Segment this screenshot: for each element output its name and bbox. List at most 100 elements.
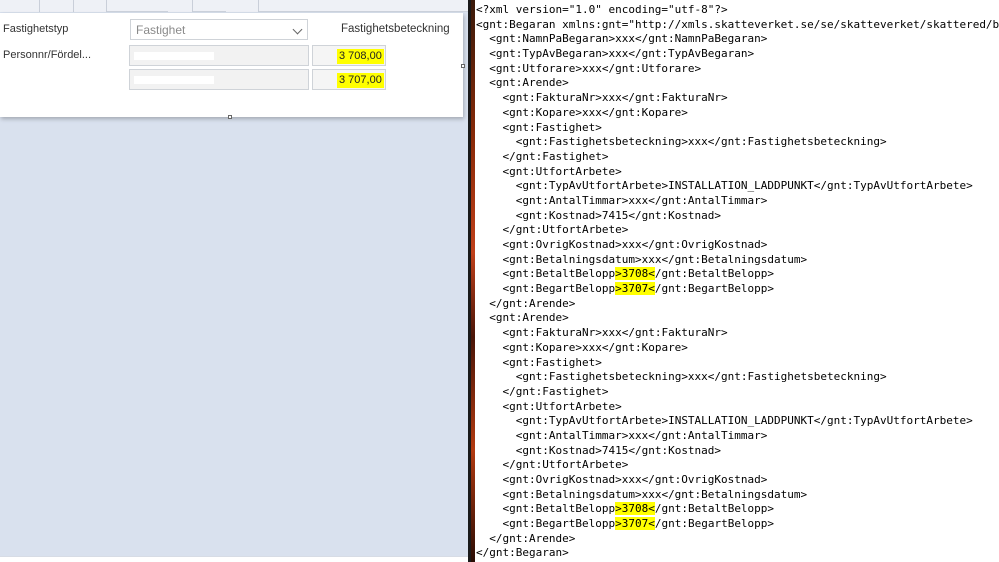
highlighted-value: >3707< — [615, 517, 655, 531]
xml-text: </gnt:Fastighet> — [502, 149, 609, 163]
xml-text: /gnt:BegartBelopp> — [654, 282, 775, 296]
toolbar-tab[interactable] — [0, 0, 40, 12]
xml-line: <gnt:Kopare>xxx</gnt:Kopare> — [476, 341, 999, 356]
xml-text: <gnt:Arende> — [489, 76, 569, 90]
xml-text: <gnt:Utforare>xxx</gnt:Utforare> — [489, 61, 702, 75]
xml-text: <gnt:BegartBelopp — [502, 517, 616, 531]
xml-viewer: <?xml version="1.0" encoding="utf-8"?> <g… — [475, 0, 999, 562]
chevron-down-icon[interactable] — [292, 24, 303, 35]
xml-text: <gnt:UtfortArbete> — [502, 399, 622, 413]
xml-code: <?xml version="1.0" encoding="utf-8"?> <g… — [476, 3, 999, 561]
xml-line: <gnt:TypAvUtfortArbete>INSTALLATION_LADD… — [476, 179, 999, 194]
amount-field-1[interactable]: 3 708,00 — [312, 45, 386, 66]
xml-line: <gnt:BetaltBelopp>3708</gnt:BetaltBelopp… — [476, 502, 999, 517]
xml-text: <gnt:TypAvBegaran>xxx</gnt:TypAvBegaran> — [489, 47, 755, 61]
xml-line: <gnt:BetaltBelopp>3708</gnt:BetaltBelopp… — [476, 267, 999, 282]
xml-text: <gnt:Arende> — [489, 311, 569, 325]
xml-text: <gnt:BetaltBelopp — [502, 502, 616, 516]
xml-text: <gnt:OvrigKostnad>xxx</gnt:OvrigKostnad> — [502, 473, 768, 486]
xml-line: <gnt:Fastighet> — [476, 356, 999, 371]
toolbar-tab[interactable] — [74, 0, 107, 12]
property-form: Fastighetstyp Fastighet Fastighetsbeteck… — [0, 13, 463, 117]
xml-line: <gnt:OvrigKostnad>xxx</gnt:OvrigKostnad> — [476, 238, 999, 253]
resize-handle[interactable] — [228, 115, 232, 119]
xml-text: <gnt:UtfortArbete> — [502, 164, 622, 178]
toolbar — [0, 0, 468, 12]
xml-line: <gnt:Kostnad>7415</gnt:Kostnad> — [476, 444, 999, 459]
xml-line: <gnt:OvrigKostnad>xxx</gnt:OvrigKostnad> — [476, 473, 999, 488]
xml-text: <gnt:OvrigKostnad>xxx</gnt:OvrigKostnad> — [502, 238, 768, 251]
xml-text: /gnt:BetaltBelopp> — [654, 502, 775, 516]
xml-text: <gnt:NamnPaBegaran>xxx</gnt:NamnPaBegara… — [489, 32, 768, 46]
xml-line: <gnt:AntalTimmar>xxx</gnt:AntalTimmar> — [476, 429, 999, 444]
property-type-value: Fastighet — [136, 23, 186, 37]
xml-line: </gnt:UtfortArbete> — [476, 458, 999, 473]
xml-line: <gnt:AntalTimmar>xxx</gnt:AntalTimmar> — [476, 194, 999, 209]
xml-line: <gnt:TypAvUtfortArbete>INSTALLATION_LADD… — [476, 414, 999, 429]
xml-line: <gnt:Utforare>xxx</gnt:Utforare> — [476, 62, 999, 77]
property-designation-label: Fastighetsbeteckning — [341, 23, 450, 35]
xml-line: <gnt:TypAvBegaran>xxx</gnt:TypAvBegaran> — [476, 47, 999, 62]
xml-text: /gnt:BegartBelopp> — [654, 517, 775, 531]
xml-line: <gnt:Arende> — [476, 311, 999, 326]
xml-line: </gnt:Fastighet> — [476, 385, 999, 400]
xml-text: </gnt:UtfortArbete> — [502, 458, 629, 472]
toolbar-tab[interactable] — [40, 0, 74, 12]
xml-line: <gnt:Fastighet> — [476, 121, 999, 136]
xml-text: <gnt:Fastighetsbeteckning>xxx</gnt:Fasti… — [515, 370, 887, 384]
xml-text: </gnt:UtfortArbete> — [502, 223, 629, 237]
highlighted-value: >3708< — [615, 267, 655, 281]
xml-text: <gnt:BetaltBelopp — [502, 267, 616, 281]
xml-text: <gnt:TypAvUtfortArbete>INSTALLATION_LADD… — [515, 179, 973, 193]
xml-line: <gnt:Fastighetsbeteckning>xxx</gnt:Fasti… — [476, 135, 999, 150]
amount-value-1: 3 708,00 — [337, 49, 384, 64]
xml-line: </gnt:Fastighet> — [476, 150, 999, 165]
resize-handle[interactable] — [461, 64, 465, 68]
xml-text: <gnt:Kopare>xxx</gnt:Kopare> — [502, 105, 688, 119]
highlighted-value: >3708< — [615, 502, 655, 516]
xml-line: <gnt:UtfortArbete> — [476, 165, 999, 180]
redacted-value — [134, 76, 214, 84]
status-strip — [0, 556, 468, 562]
property-type-select[interactable]: Fastighet — [130, 19, 308, 40]
toolbar-tab[interactable] — [168, 0, 193, 12]
xml-line: <gnt:Betalningsdatum>xxx</gnt:Betalnings… — [476, 253, 999, 268]
personnr-field-2[interactable] — [129, 69, 309, 90]
xml-line: <gnt:FakturaNr>xxx</gnt:FakturaNr> — [476, 91, 999, 106]
xml-text: <gnt:Kostnad>7415</gnt:Kostnad> — [515, 208, 722, 222]
xml-text: <gnt:Betalningsdatum>xxx</gnt:Betalnings… — [502, 487, 808, 501]
amount-field-2[interactable]: 3 707,00 — [312, 69, 386, 90]
xml-text: /gnt:BetaltBelopp> — [654, 267, 775, 281]
xml-line: </gnt:Arende> — [476, 297, 999, 312]
toolbar-tab[interactable] — [226, 0, 259, 12]
xml-text: <gnt:FakturaNr>xxx</gnt:FakturaNr> — [502, 91, 728, 105]
form-pane: Fastighetstyp Fastighet Fastighetsbeteck… — [0, 0, 468, 562]
xml-text: <gnt:AntalTimmar>xxx</gnt:AntalTimmar> — [515, 193, 768, 207]
personnr-field-1[interactable] — [129, 45, 309, 66]
xml-text: <gnt:Fastighet> — [502, 120, 602, 134]
xml-line: <gnt:Fastighetsbeteckning>xxx</gnt:Fasti… — [476, 370, 999, 385]
xml-line: </gnt:Arende> — [476, 532, 999, 547]
xml-line: <?xml version="1.0" encoding="utf-8"?> — [476, 3, 999, 18]
